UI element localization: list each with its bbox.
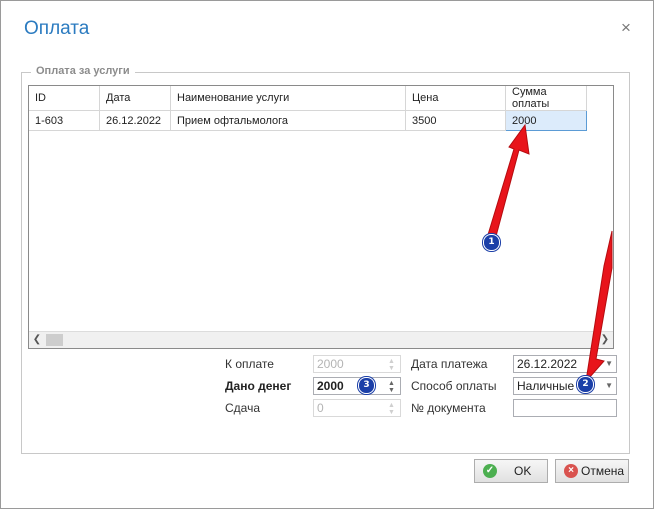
group-legend: Оплата за услуги — [31, 65, 135, 77]
payment-date-picker[interactable]: 26.12.2022 ▼ — [513, 355, 617, 373]
given-money-input[interactable]: 2000 ▲ ▼ — [313, 377, 401, 395]
column-header-amount[interactable]: Сумма оплаты — [505, 86, 587, 111]
column-header-service[interactable]: Наименование услуги — [170, 86, 406, 111]
to-pay-field: 2000 ▲ ▼ — [313, 355, 401, 373]
table-row[interactable]: 1-603 26.12.2022 Прием офтальмолога 3500… — [29, 110, 587, 131]
close-icon[interactable]: × — [617, 19, 635, 37]
annotation-badge-2: 2 — [577, 376, 594, 393]
document-number-label: № документа — [411, 401, 486, 415]
payment-method-label: Способ оплаты — [411, 379, 497, 393]
chevron-down-icon[interactable]: ▼ — [605, 378, 613, 394]
to-pay-value: 2000 — [317, 357, 344, 371]
payment-date-value: 26.12.2022 — [517, 357, 578, 371]
to-pay-label: К оплате — [225, 357, 274, 371]
ok-button[interactable]: ✓ OK — [474, 459, 548, 483]
cell-date[interactable]: 26.12.2022 — [99, 110, 171, 131]
cell-service[interactable]: Прием офтальмолога — [170, 110, 406, 131]
column-header-price[interactable]: Цена — [405, 86, 506, 111]
cancel-icon: × — [564, 464, 578, 478]
change-field: 0 ▲ ▼ — [313, 399, 401, 417]
cancel-button-label: Отмена — [581, 464, 625, 478]
scroll-thumb[interactable] — [46, 334, 63, 346]
document-number-input[interactable] — [513, 399, 617, 417]
scroll-left-icon[interactable]: ❮ — [29, 332, 45, 348]
services-grid[interactable]: ID Дата Наименование услуги Цена Сумма о… — [28, 85, 614, 349]
to-pay-spinner: ▲ ▼ — [388, 358, 395, 372]
grid-header-row: ID Дата Наименование услуги Цена Сумма о… — [29, 86, 587, 111]
cell-amount-editor[interactable]: 2000 — [505, 110, 587, 131]
cell-id[interactable]: 1-603 — [29, 110, 100, 131]
cancel-button[interactable]: × Отмена — [555, 459, 629, 483]
chevron-down-icon[interactable]: ▼ — [605, 356, 613, 372]
scroll-right-icon[interactable]: ❯ — [597, 332, 613, 348]
given-label: Дано денег — [225, 379, 292, 393]
payment-method-value: Наличные — [517, 379, 575, 393]
column-header-id[interactable]: ID — [29, 86, 100, 111]
ok-button-label: OK — [514, 464, 532, 478]
payment-date-label: Дата платежа — [411, 357, 488, 371]
change-label: Сдача — [225, 401, 261, 415]
payment-method-select[interactable]: Наличные ▼ — [513, 377, 617, 395]
checkmark-icon: ✓ — [483, 464, 497, 478]
given-spinner[interactable]: ▲ ▼ — [384, 378, 400, 394]
column-header-date[interactable]: Дата — [99, 86, 171, 111]
dialog-title: Оплата — [24, 18, 90, 39]
annotation-badge-1: 1 — [483, 234, 500, 251]
given-value: 2000 — [317, 379, 344, 393]
horizontal-scrollbar[interactable]: ❮ ❯ — [29, 331, 613, 348]
cell-price[interactable]: 3500 — [405, 110, 506, 131]
change-value: 0 — [317, 401, 324, 415]
change-spinner: ▲ ▼ — [388, 402, 395, 416]
annotation-badge-3: 3 — [358, 377, 375, 394]
